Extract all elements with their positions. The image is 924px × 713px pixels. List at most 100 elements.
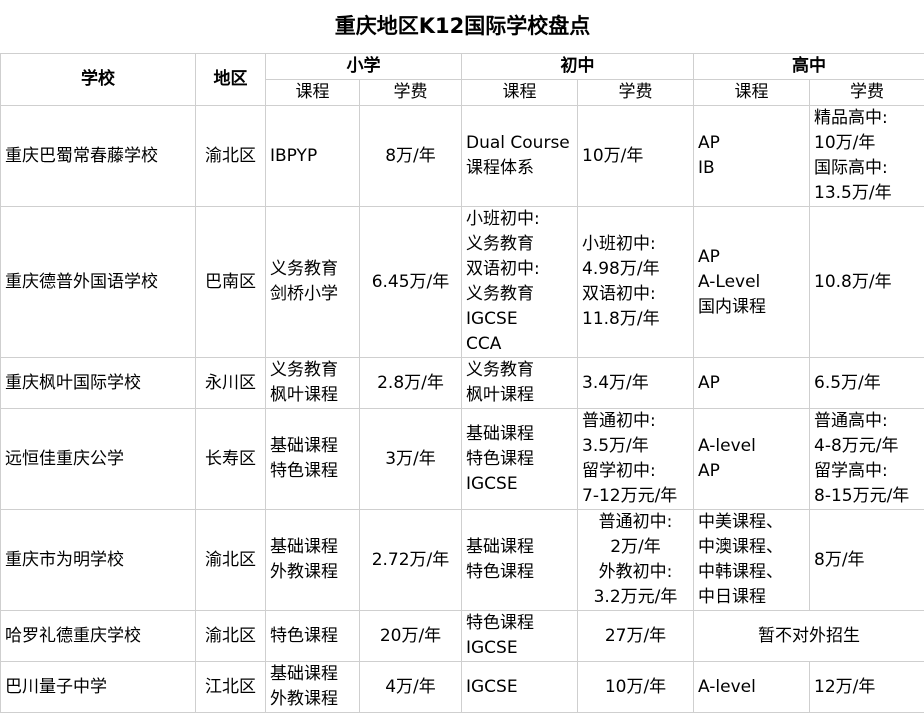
middle-course-cell: 义务教育枫叶课程 <box>462 358 578 409</box>
region-cell: 江北区 <box>196 662 266 713</box>
region-cell: 渝北区 <box>196 611 266 662</box>
middle-fee-cell: 10万/年 <box>578 106 694 207</box>
primary-fee-cell-line: 2.72万/年 <box>360 548 461 573</box>
primary-course-cell-line: 特色课程 <box>270 624 359 649</box>
primary-course-cell-line: 剑桥小学 <box>270 282 359 307</box>
high-fee-cell-line: 8-15万元/年 <box>814 484 924 509</box>
middle-fee-cell-line: 3.2万元/年 <box>578 585 693 610</box>
school-name-cell: 重庆德普外国语学校 <box>1 207 196 358</box>
primary-course-cell-line: 基础课程 <box>270 662 359 687</box>
middle-course-cell-line: 义务教育 <box>466 282 577 307</box>
primary-fee-cell: 4万/年 <box>360 662 462 713</box>
header-high-course: 课程 <box>694 80 810 106</box>
high-fee-cell: 10.8万/年 <box>810 207 924 358</box>
high-merged-cell: 暂不对外招生 <box>694 611 924 662</box>
middle-course-cell-line: 基础课程 <box>466 535 577 560</box>
header-primary: 小学 <box>266 54 462 80</box>
primary-fee-cell-line: 4万/年 <box>360 675 461 700</box>
high-course-cell-line: IB <box>698 156 809 181</box>
middle-course-cell: IGCSE <box>462 662 578 713</box>
middle-fee-cell-line: 外教初中: <box>578 560 693 585</box>
primary-course-cell: 特色课程 <box>266 611 360 662</box>
high-fee-cell: 8万/年 <box>810 510 924 611</box>
high-course-cell-line: AP <box>698 371 809 396</box>
middle-course-cell-line: IGCSE <box>466 307 577 332</box>
high-course-cell: A-levelAP <box>694 409 810 510</box>
school-name-cell: 远恒佳重庆公学 <box>1 409 196 510</box>
middle-course-cell-line: 义务教育 <box>466 358 577 383</box>
header-primary-course: 课程 <box>266 80 360 106</box>
middle-fee-cell-line: 10万/年 <box>582 144 693 169</box>
middle-course-cell-line: 课程体系 <box>466 156 577 181</box>
high-course-cell-line: 国内课程 <box>698 295 809 320</box>
middle-course-cell-line: 义务教育 <box>466 232 577 257</box>
middle-fee-cell: 27万/年 <box>578 611 694 662</box>
primary-course-cell-line: 外教课程 <box>270 687 359 712</box>
primary-fee-cell-line: 20万/年 <box>360 624 461 649</box>
primary-fee-cell: 2.72万/年 <box>360 510 462 611</box>
table-row: 重庆市为明学校渝北区基础课程外教课程2.72万/年基础课程特色课程普通初中:2万… <box>1 510 924 611</box>
school-name-cell: 哈罗礼德重庆学校 <box>1 611 196 662</box>
middle-fee-cell-line: 7-12万元/年 <box>582 484 693 509</box>
table-row: 哈罗礼德重庆学校渝北区特色课程20万/年特色课程IGCSE27万/年暂不对外招生 <box>1 611 924 662</box>
high-course-cell: A-level <box>694 662 810 713</box>
high-fee-cell: 精品高中:10万/年国际高中:13.5万/年 <box>810 106 924 207</box>
school-name-cell: 重庆枫叶国际学校 <box>1 358 196 409</box>
table-row: 重庆德普外国语学校巴南区义务教育剑桥小学6.45万/年小班初中:义务教育双语初中… <box>1 207 924 358</box>
table-row: 重庆巴蜀常春藤学校渝北区IBPYP8万/年Dual Course课程体系10万/… <box>1 106 924 207</box>
high-course-cell: APIB <box>694 106 810 207</box>
school-table: 重庆地区K12国际学校盘点 学校 地区 小学 初中 高中 课程 学费 课程 学费… <box>0 0 924 713</box>
header-middle-course: 课程 <box>462 80 578 106</box>
high-course-cell-line: AP <box>698 459 809 484</box>
table-row: 重庆枫叶国际学校永川区 义务教育枫叶课程2.8万/年义务教育枫叶课程3.4万/年A… <box>1 358 924 409</box>
high-course-cell-line: A-level <box>698 675 809 700</box>
middle-course-cell-line: IGCSE <box>466 675 577 700</box>
primary-course-cell: 基础课程外教课程 <box>266 510 360 611</box>
primary-fee-cell: 20万/年 <box>360 611 462 662</box>
high-course-cell: APA-Level国内课程 <box>694 207 810 358</box>
high-fee-cell-line: 8万/年 <box>814 548 924 573</box>
primary-course-cell-line: 基础课程 <box>270 434 359 459</box>
primary-fee-cell: 2.8万/年 <box>360 358 462 409</box>
primary-course-cell-line: 特色课程 <box>270 459 359 484</box>
middle-course-cell: 基础课程特色课程IGCSE <box>462 409 578 510</box>
middle-fee-cell: 10万/年 <box>578 662 694 713</box>
region-cell: 巴南区 <box>196 207 266 358</box>
high-course-cell-line: A-level <box>698 434 809 459</box>
primary-course-cell-line: 外教课程 <box>270 560 359 585</box>
primary-course-cell: 基础课程外教课程 <box>266 662 360 713</box>
primary-course-cell-line: 义务教育 <box>270 257 359 282</box>
middle-fee-cell-line: 4.98万/年 <box>582 257 693 282</box>
header-high: 高中 <box>694 54 924 80</box>
primary-fee-cell-line: 2.8万/年 <box>360 371 461 396</box>
middle-fee-cell-line: 普通初中: <box>578 510 693 535</box>
middle-fee-cell-line: 11.8万/年 <box>582 307 693 332</box>
region-cell: 永川区 <box>196 358 266 409</box>
middle-fee-cell-line: 3.4万/年 <box>582 371 693 396</box>
middle-course-cell-line: IGCSE <box>466 636 577 661</box>
primary-course-cell: IBPYP <box>266 106 360 207</box>
school-name-cell: 巴川量子中学 <box>1 662 196 713</box>
middle-course-cell-line: Dual Course <box>466 131 577 156</box>
table-body: 重庆巴蜀常春藤学校渝北区IBPYP8万/年Dual Course课程体系10万/… <box>1 106 924 713</box>
middle-fee-cell-line: 留学初中: <box>582 459 693 484</box>
header-school: 学校 <box>1 54 196 106</box>
high-course-cell: 中美课程、中澳课程、中韩课程、中日课程 <box>694 510 810 611</box>
high-fee-cell-line: 精品高中: <box>814 106 924 131</box>
high-fee-cell-line: 4-8万元/年 <box>814 434 924 459</box>
table-row: 远恒佳重庆公学长寿区基础课程特色课程3万/年基础课程特色课程IGCSE普通初中:… <box>1 409 924 510</box>
high-course-cell-line: 中澳课程、 <box>698 535 809 560</box>
primary-fee-cell-line: 8万/年 <box>360 144 461 169</box>
middle-fee-cell-line: 小班初中: <box>582 232 693 257</box>
school-name-cell: 重庆市为明学校 <box>1 510 196 611</box>
high-fee-cell-line: 12万/年 <box>814 675 924 700</box>
header-middle: 初中 <box>462 54 694 80</box>
middle-course-cell-line: 枫叶课程 <box>466 383 577 408</box>
table-row: 巴川量子中学江北区基础课程外教课程4万/年IGCSE10万/年A-level12… <box>1 662 924 713</box>
middle-course-cell-line: 基础课程 <box>466 422 577 447</box>
header-middle-fee: 学费 <box>578 80 694 106</box>
high-fee-cell-line: 10.8万/年 <box>814 270 924 295</box>
middle-fee-cell: 普通初中:2万/年外教初中:3.2万元/年 <box>578 510 694 611</box>
high-course-cell-line: 中美课程、 <box>698 510 809 535</box>
region-cell: 渝北区 <box>196 510 266 611</box>
